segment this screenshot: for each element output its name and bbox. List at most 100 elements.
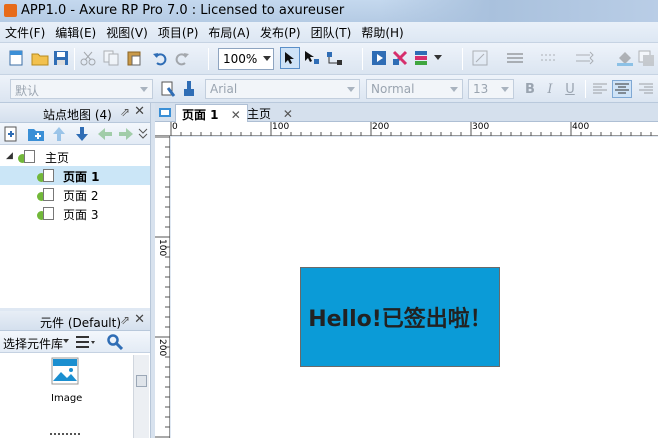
scroll-up-icon[interactable] [136,358,147,366]
page-tabs: 页面 1 ✕ 主页 ✕ [155,103,658,122]
move-up-icon[interactable] [52,126,66,142]
move-down-icon[interactable] [75,126,89,142]
tab-label: 主页 [247,107,272,121]
search-icon[interactable] [107,334,123,350]
menu-lines-icon[interactable] [75,335,95,349]
menu-publish[interactable]: 发布(P) [255,22,306,42]
image-widget-icon[interactable] [51,357,79,385]
menu-project[interactable]: 项目(P) [153,22,204,42]
underline-icon[interactable]: U [562,80,578,98]
tree-item-page-3[interactable]: 页面 3 [0,204,150,223]
chevron-down-icon[interactable] [63,339,69,343]
open-folder-icon[interactable] [31,50,49,66]
style-select[interactable]: 默认 [10,79,153,99]
connector-tool-icon[interactable] [303,49,321,67]
tree-item-home[interactable]: ◢ 主页 [0,147,150,166]
chevron-down-icon [263,56,271,61]
add-page-icon[interactable] [4,126,18,142]
font-family-select[interactable]: Arial [205,79,360,99]
bold-icon[interactable]: B [522,80,538,98]
widget-library: Image [0,353,150,438]
zoom-value: 100% [223,52,258,66]
copy-icon[interactable] [103,50,119,66]
tree-item-label: 页面 1 [63,170,100,184]
menu-help[interactable]: 帮助(H) [356,22,408,42]
ruler-label: 100 [272,122,290,132]
share-icon[interactable] [392,50,408,66]
widgets-title: 元件 (Default) [40,316,122,330]
shadow-icon[interactable] [638,50,656,66]
menu-file[interactable]: 文件(F) [0,22,50,42]
line-pattern-icon[interactable] [540,50,564,66]
format-painter-icon[interactable] [160,80,176,98]
ruler-label: 200 [372,122,390,132]
move-right-icon[interactable] [118,126,134,142]
font-family-value: Arial [210,82,238,96]
title-bar: APP1.0 - Axure RP Pro 7.0 : Licensed to … [0,0,658,22]
chevron-down-icon [347,87,355,92]
tab-page-1[interactable]: 页面 1 ✕ [175,104,248,122]
overflow-icon[interactable] [138,128,148,140]
menu-layout[interactable]: 布局(A) [203,22,255,42]
tree-item-label: 页面 3 [63,208,99,222]
cut-icon[interactable] [80,50,96,66]
page-icon [43,169,54,182]
chevron-down-icon[interactable] [434,55,442,61]
scrollbar-thumb[interactable] [136,375,147,387]
pin-icon[interactable]: ⇗ [120,105,130,119]
widgets-panel-header: 元件 (Default) ⇗ ✕ [0,311,150,331]
border-icon[interactable] [472,50,490,66]
ruler-label: 300 [472,122,490,132]
tree-item-page-2[interactable]: 页面 2 [0,185,150,204]
pen-tool-icon[interactable] [324,49,344,67]
line-style-icon[interactable] [506,50,530,66]
next-widget-icon [50,433,80,435]
save-icon[interactable] [53,50,69,66]
align-left-icon[interactable] [592,81,608,97]
chevron-down-icon [140,87,148,92]
italic-icon[interactable]: I [542,80,558,98]
close-icon[interactable]: ✕ [231,108,241,122]
brush-icon[interactable] [182,80,196,98]
ruler-label: 100 [157,239,167,257]
add-folder-icon[interactable] [27,126,45,142]
expand-icon[interactable]: ◢ [6,151,13,161]
close-icon[interactable]: ✕ [283,107,293,121]
menu-view[interactable]: 视图(V) [101,22,153,42]
publish-icon[interactable] [414,50,430,66]
page-icon [43,207,54,220]
zoom-select[interactable]: 100% [218,48,274,70]
align-right-icon[interactable] [638,81,654,97]
new-file-icon[interactable] [8,50,24,66]
move-left-icon[interactable] [97,126,113,142]
rectangle-widget[interactable]: Hello!已签出啦！ [300,267,500,367]
font-size-select[interactable]: 13 [468,79,514,99]
widgets-scrollbar[interactable] [133,355,149,438]
page-icon [24,150,35,163]
menu-edit[interactable]: 编辑(E) [50,22,101,42]
menu-team[interactable]: 团队(T) [306,22,357,42]
toolbar-separator [74,48,75,70]
arrow-style-icon[interactable] [575,50,599,66]
library-select[interactable]: 选择元件库 [3,335,63,352]
tab-home[interactable]: 主页 ✕ [241,104,299,122]
align-center-icon[interactable] [612,80,632,98]
undo-icon[interactable] [152,50,168,66]
font-weight-select[interactable]: Normal [366,79,463,99]
preview-icon[interactable] [371,50,387,66]
tree-item-label: 页面 2 [63,189,99,203]
sitemap-toggle-icon[interactable] [158,106,172,119]
close-icon[interactable]: ✕ [134,104,145,119]
paste-icon[interactable] [126,50,142,66]
ruler-label: 0 [172,122,178,132]
close-icon[interactable]: ✕ [134,312,145,327]
tree-item-page-1[interactable]: 页面 1 [0,166,150,185]
fill-color-icon[interactable] [616,50,634,66]
pin-icon[interactable]: ⇗ [120,313,130,327]
toolbar-separator [208,48,209,70]
horizontal-ruler: 0 100 200 300 400 [155,122,658,136]
select-pointer-icon[interactable] [280,47,300,69]
widget-label: Image [51,393,83,404]
widgets-toolbar: 选择元件库 [0,331,150,353]
redo-icon[interactable] [174,50,190,66]
